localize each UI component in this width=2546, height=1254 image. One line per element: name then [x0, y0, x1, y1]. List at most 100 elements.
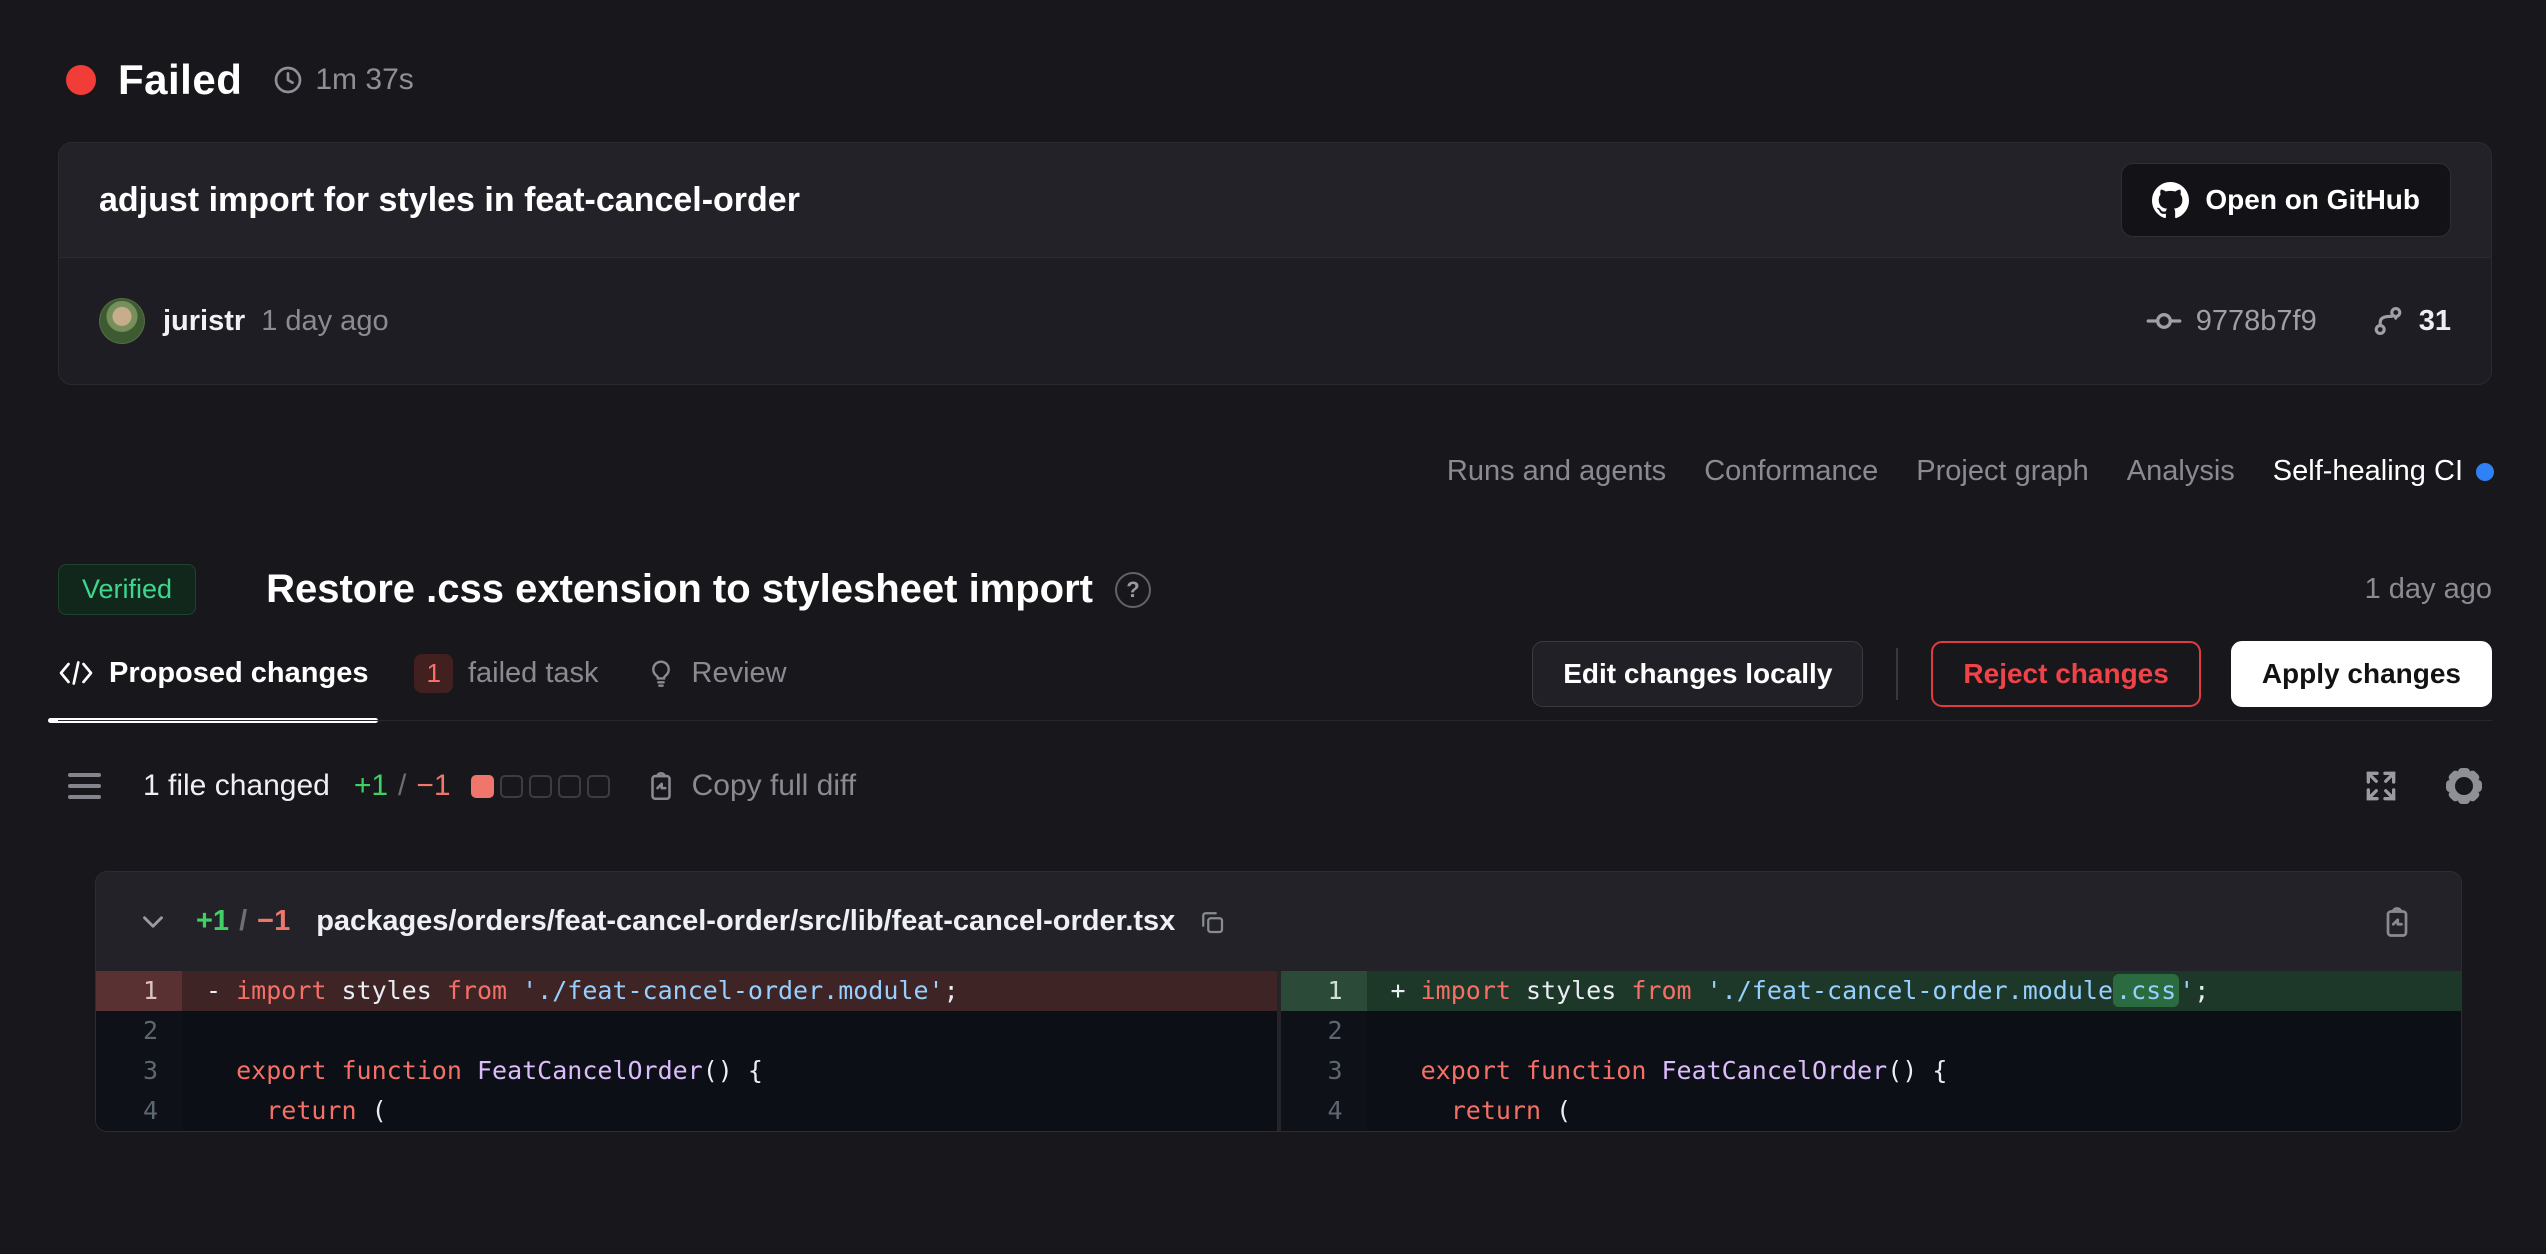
apply-changes-button[interactable]: Apply changes: [2231, 641, 2492, 707]
status-title: Failed: [118, 56, 242, 104]
tab-review-label: Review: [692, 657, 787, 690]
nav-item-label: Runs and agents: [1447, 455, 1666, 488]
duration: 1m 37s: [272, 63, 413, 97]
code-line: export function FeatCancelOrder() {: [1367, 1051, 2462, 1091]
line-number: 3: [96, 1051, 182, 1091]
deletions-count: −1: [416, 769, 450, 803]
commit-card-info: juristr 1 day ago 9778b7f9 31: [59, 257, 2491, 384]
code-line: [182, 1011, 1277, 1051]
tabs: Proposed changes 1 failed task Review: [58, 641, 787, 699]
diff-line-left-2: 2: [96, 1011, 1277, 1051]
nav-item-project-graph[interactable]: Project graph: [1916, 455, 2089, 488]
settings-button[interactable]: [2446, 768, 2482, 804]
line-number: 1: [1281, 971, 1367, 1011]
help-icon[interactable]: ?: [1115, 572, 1151, 608]
line-number: 4: [1281, 1091, 1367, 1131]
fullscreen-button[interactable]: [2362, 767, 2400, 805]
diff-body: 1- import styles from './feat-cancel-ord…: [96, 971, 2461, 1131]
commit-card-header: adjust import for styles in feat-cancel-…: [59, 143, 2491, 257]
actions-divider: [1896, 648, 1898, 700]
author: juristr 1 day ago: [99, 298, 389, 344]
chevron-down-icon[interactable]: [136, 905, 170, 939]
page: Failed 1m 37s adjust import for styles i…: [0, 0, 2546, 1254]
nav-item-label: Self-healing CI: [2273, 455, 2463, 488]
commit-card: adjust import for styles in feat-cancel-…: [58, 142, 2492, 385]
copy-path-button[interactable]: [1197, 907, 1227, 937]
line-number: 1: [96, 971, 182, 1011]
copy-full-diff-label: Copy full diff: [692, 769, 857, 803]
nav-item-label: Analysis: [2127, 455, 2235, 488]
expand-icon: [2362, 767, 2400, 805]
verified-badge: Verified: [58, 564, 196, 615]
line-number: 4: [96, 1091, 182, 1131]
file-stats: +1 / −1: [196, 905, 290, 938]
status-header: Failed 1m 37s: [0, 0, 2546, 104]
commit-icon: [2146, 303, 2182, 339]
branch-count[interactable]: 31: [2419, 305, 2451, 338]
diff-pane-right: 1+ import styles from './feat-cancel-ord…: [1281, 971, 2462, 1131]
tabs-strip: Proposed changes 1 failed task Review Ed…: [58, 641, 2492, 721]
code-line: + import styles from './feat-cancel-orde…: [1367, 971, 2462, 1011]
duration-text: 1m 37s: [315, 63, 413, 97]
diff-block: [471, 775, 494, 798]
copy-full-diff-button[interactable]: Copy full diff: [644, 769, 857, 803]
code-line: [1367, 1011, 2462, 1051]
file-list-menu-icon[interactable]: [68, 773, 101, 799]
diff-blocks-indicator: [471, 775, 610, 798]
diff-line-right-4: 4 return (: [1281, 1091, 2462, 1131]
fix-time: 1 day ago: [2365, 573, 2492, 606]
file-header: +1 / −1 packages/orders/feat-cancel-orde…: [96, 872, 2461, 971]
reject-changes-button[interactable]: Reject changes: [1931, 641, 2200, 707]
commit-time: 1 day ago: [261, 305, 388, 338]
clock-icon: [272, 64, 304, 96]
file-additions: +1: [196, 905, 229, 938]
commit-hash[interactable]: 9778b7f9: [2196, 305, 2317, 338]
failed-status-dot: [66, 65, 96, 95]
tab-review[interactable]: Review: [645, 647, 787, 699]
fix-title: Restore .css extension to stylesheet imp…: [266, 567, 1093, 612]
nav-item-self-healing-ci[interactable]: Self-healing CI: [2273, 455, 2494, 488]
diff-card: +1 / −1 packages/orders/feat-cancel-orde…: [95, 871, 2462, 1132]
diff-block: [558, 775, 581, 798]
commit-title: adjust import for styles in feat-cancel-…: [99, 181, 800, 220]
gear-icon: [2446, 768, 2482, 804]
files-changed-label: 1 file changed: [143, 769, 330, 803]
code-line: - import styles from './feat-cancel-orde…: [182, 971, 1277, 1011]
commit-meta: 9778b7f9 31: [2146, 303, 2451, 339]
open-on-github-button[interactable]: Open on GitHub: [2121, 163, 2451, 237]
github-icon: [2152, 182, 2189, 219]
diff-line-left-1: 1- import styles from './feat-cancel-ord…: [96, 971, 1277, 1011]
tab-proposed-changes-label: Proposed changes: [109, 657, 368, 690]
clipboard-icon: [2379, 904, 2415, 940]
avatar[interactable]: [99, 298, 145, 344]
file-path: packages/orders/feat-cancel-order/src/li…: [316, 905, 1175, 938]
open-on-github-label: Open on GitHub: [2205, 184, 2420, 216]
code-icon: [58, 658, 94, 688]
file-stat-separator: /: [239, 905, 247, 938]
nav-item-label: Project graph: [1916, 455, 2089, 488]
copy-file-diff-button[interactable]: [2379, 904, 2415, 940]
nav-item-conformance[interactable]: Conformance: [1704, 455, 1878, 488]
actions: Edit changes locally Reject changes Appl…: [1532, 641, 2492, 707]
tab-proposed-changes[interactable]: Proposed changes: [58, 647, 368, 699]
line-number: 3: [1281, 1051, 1367, 1091]
diff-toolbar: 1 file changed +1 / −1 Copy full diff: [68, 767, 2482, 805]
branch-icon: [2371, 304, 2405, 338]
fix-header: Verified Restore .css extension to style…: [58, 564, 2492, 615]
copy-icon: [1197, 907, 1227, 937]
diff-line-right-3: 3 export function FeatCancelOrder() {: [1281, 1051, 2462, 1091]
additions-count: +1: [354, 769, 388, 803]
author-name[interactable]: juristr: [163, 305, 245, 338]
diff-line-left-3: 3 export function FeatCancelOrder() {: [96, 1051, 1277, 1091]
failed-count-badge: 1: [414, 654, 452, 693]
diff-pane-left: 1- import styles from './feat-cancel-ord…: [96, 971, 1281, 1131]
tab-failed-task[interactable]: 1 failed task: [414, 647, 598, 699]
diff-line-right-2: 2: [1281, 1011, 2462, 1051]
clipboard-icon: [644, 769, 678, 803]
nav-item-analysis[interactable]: Analysis: [2127, 455, 2235, 488]
code-line: return (: [1367, 1091, 2462, 1131]
edit-changes-locally-button[interactable]: Edit changes locally: [1532, 641, 1863, 707]
tab-failed-task-label: failed task: [468, 657, 599, 690]
nav-item-runs-and-agents[interactable]: Runs and agents: [1447, 455, 1666, 488]
diff-line-right-1: 1+ import styles from './feat-cancel-ord…: [1281, 971, 2462, 1011]
